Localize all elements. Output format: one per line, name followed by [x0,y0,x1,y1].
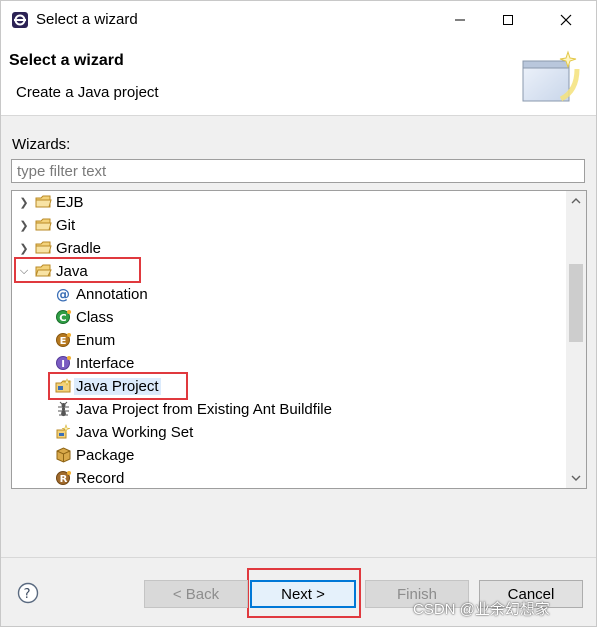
ant-icon [58,401,69,417]
scroll-down-button[interactable] [566,468,586,488]
chevron-right-icon[interactable]: ❯ [16,214,32,237]
close-icon [560,14,572,26]
tree-item-label: Java [56,263,88,280]
wizard-banner-icon [522,50,580,102]
window-title: Select a wizard [36,11,138,28]
wizards-label: Wizards: [12,136,71,153]
wizard-header: Select a wizard Create a Java project [1,39,596,115]
tree-item-ejb[interactable]: ❯ EJB [12,191,565,214]
footer-divider [1,557,596,558]
page-title: Select a wizard [9,52,124,69]
svg-text:E: E [60,336,67,347]
wizard-tree[interactable]: ❯ EJB ❯ Git ❯ Gradle ⌵ Java @ Annotation… [11,190,587,489]
chevron-down-icon [571,475,581,481]
folder-icon [35,195,52,208]
class-icon: C [56,310,71,324]
svg-text:C: C [59,313,66,324]
svg-text:R: R [60,474,68,485]
tree-item-git[interactable]: ❯ Git [12,214,565,237]
wizard-dialog: Select a wizard Select a wizard Create a… [0,0,597,627]
close-button[interactable] [543,1,589,39]
scroll-up-button[interactable] [566,191,586,211]
tree-item-label: Interface [76,355,135,372]
open-folder-icon [35,264,52,277]
tree-item-label: Java Working Set [76,424,194,441]
tree-scrollbar[interactable] [566,191,586,488]
tree-item-package[interactable]: Package [12,444,565,467]
tree-item-label: Class [76,309,114,326]
page-description: Create a Java project [16,84,159,101]
tree-item-enum[interactable]: E Enum [12,329,565,352]
eclipse-app-icon [12,12,28,28]
tree-item-ant-project[interactable]: Java Project from Existing Ant Buildfile [12,398,565,421]
java-project-icon [55,378,72,393]
tree-item-label: Package [76,447,135,464]
minimize-icon [455,19,465,21]
help-glyph: ? [24,587,31,602]
tree-item-label: Enum [76,332,116,349]
record-icon: R [56,471,71,485]
minimize-button[interactable] [437,1,483,39]
tree-item-interface[interactable]: I Interface [12,352,565,375]
working-set-icon [56,424,71,439]
tree-item-label: Java Project from Existing Ant Buildfile [76,401,332,418]
tree-item-java-project[interactable]: Java Project [12,375,565,398]
watermark-text: CSDN @业余幻想家 [413,601,550,618]
help-icon[interactable]: ? [17,582,39,604]
tree-item-label: Git [56,217,76,234]
chevron-right-icon[interactable]: ❯ [16,237,32,260]
title-bar: Select a wizard [1,1,596,39]
maximize-button[interactable] [485,1,531,39]
tree-item-annotation[interactable]: @ Annotation [12,283,565,306]
tree-item-label: EJB [56,194,84,211]
tree-item-gradle[interactable]: ❯ Gradle [12,237,565,260]
svg-text:@: @ [56,287,70,302]
scroll-thumb[interactable] [569,264,583,342]
package-icon [56,447,71,463]
next-button[interactable]: Next > [250,580,356,608]
chevron-up-icon [571,198,581,204]
folder-icon [35,218,52,231]
back-button[interactable]: < Back [144,580,248,608]
tree-item-record[interactable]: R Record [12,467,565,488]
tree-item-label: Gradle [56,240,102,257]
tree-item-java[interactable]: ⌵ Java [12,260,565,283]
tree-item-class[interactable]: C Class [12,306,565,329]
chevron-down-icon[interactable]: ⌵ [16,260,32,283]
filter-input[interactable] [11,159,585,183]
tree-item-label: Record [76,470,125,487]
header-divider [1,115,596,116]
maximize-icon [503,15,513,25]
svg-text:I: I [61,359,65,370]
chevron-right-icon[interactable]: ❯ [16,191,32,214]
interface-icon: I [56,356,71,370]
folder-icon [35,241,52,254]
tree-item-label: Annotation [76,286,148,303]
tree-item-working-set[interactable]: Java Working Set [12,421,565,444]
enum-icon: E [56,333,71,347]
annotation-icon: @ [56,287,70,302]
tree-item-label: Java Project [74,378,161,395]
